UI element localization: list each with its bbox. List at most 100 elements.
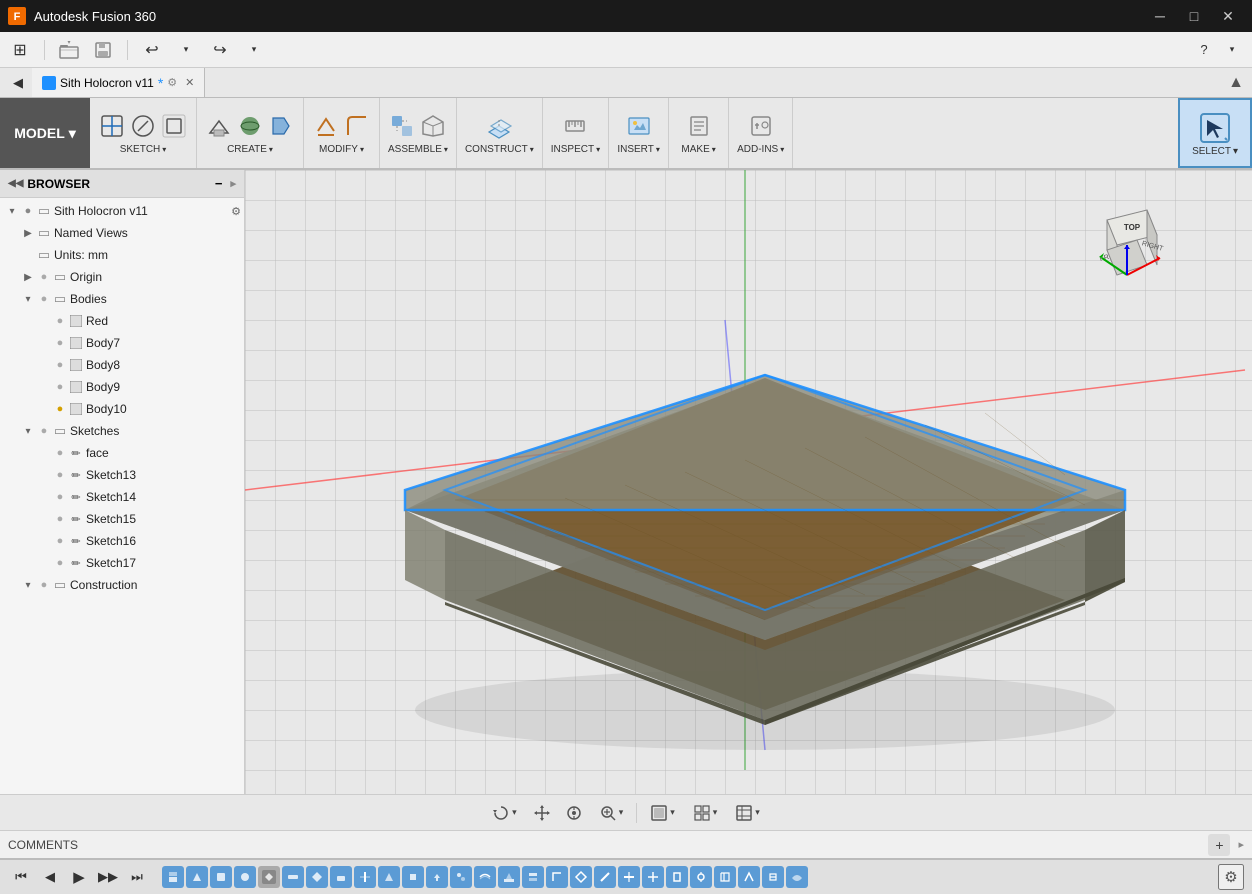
face-eye-icon[interactable]: ● <box>52 445 68 461</box>
tl-op-23[interactable] <box>690 866 712 888</box>
body10-eye-icon[interactable]: ● <box>52 401 68 417</box>
tree-item-construction[interactable]: ▾ ● ▭ Construction <box>0 574 244 596</box>
save-button[interactable] <box>89 36 117 64</box>
tree-item-body8[interactable]: ▶ ● Body8 <box>0 354 244 376</box>
tl-op-18[interactable] <box>570 866 592 888</box>
construction-expander[interactable]: ▾ <box>20 580 36 591</box>
browser-expand-icon[interactable]: ▸ <box>230 177 236 190</box>
timeline-next-button[interactable]: ▶▶ <box>95 864 121 890</box>
sketch16-eye-icon[interactable]: ● <box>52 533 68 549</box>
tl-op-10[interactable] <box>378 866 400 888</box>
toolbar-group-insert[interactable]: INSERT ▾ <box>609 98 669 168</box>
tree-item-body10[interactable]: ▶ ● Body10 <box>0 398 244 420</box>
toolbar-group-inspect[interactable]: INSPECT ▾ <box>543 98 609 168</box>
help-dropdown-button[interactable]: ▾ <box>1218 36 1246 64</box>
open-button[interactable]: ▾ <box>55 36 83 64</box>
tl-op-3[interactable] <box>210 866 232 888</box>
tree-item-sketch16[interactable]: ▶ ● ✏ Sketch16 <box>0 530 244 552</box>
root-settings-icon[interactable]: ⚙ <box>228 203 244 219</box>
tab-collapse-button[interactable]: ▲ <box>1220 74 1252 92</box>
tree-item-root[interactable]: ▾ ● ▭ Sith Holocron v11 ⚙ <box>0 200 244 222</box>
toolbar-group-construct[interactable]: CONSTRUCT ▾ <box>457 98 543 168</box>
tl-op-20[interactable] <box>618 866 640 888</box>
tl-op-9[interactable] <box>354 866 376 888</box>
tl-op-26[interactable] <box>762 866 784 888</box>
construction-eye-icon[interactable]: ● <box>36 577 52 593</box>
model-mode-button[interactable]: MODEL ▾ <box>0 98 90 168</box>
more-view-dropdown[interactable]: ▾ <box>728 801 767 825</box>
tl-op-12[interactable] <box>426 866 448 888</box>
tl-op-8[interactable] <box>330 866 352 888</box>
redo-button[interactable]: ↪ <box>206 36 234 64</box>
tree-item-bodies[interactable]: ▾ ● ▭ Bodies <box>0 288 244 310</box>
sketch14-eye-icon[interactable]: ● <box>52 489 68 505</box>
undo-dropdown-button[interactable]: ▾ <box>172 36 200 64</box>
timeline-skip-end-button[interactable]: ⏭ <box>124 864 150 890</box>
tl-op-7[interactable] <box>306 866 328 888</box>
tl-op-5[interactable] <box>258 866 280 888</box>
timeline-play-button[interactable]: ▶ <box>66 864 92 890</box>
sketches-eye-icon[interactable]: ● <box>36 423 52 439</box>
sketches-expander[interactable]: ▾ <box>20 426 36 437</box>
document-tab[interactable]: Sith Holocron v11 * ⚙ ✕ <box>32 68 205 97</box>
redo-dropdown-button[interactable]: ▾ <box>240 36 268 64</box>
root-eye-icon[interactable]: ● <box>20 203 36 219</box>
tl-op-14[interactable] <box>474 866 496 888</box>
tl-op-16[interactable] <box>522 866 544 888</box>
body8-eye-icon[interactable]: ● <box>52 357 68 373</box>
tl-op-21[interactable] <box>642 866 664 888</box>
zoom-dropdown[interactable]: ▾ <box>592 801 631 825</box>
toolbar-group-modify[interactable]: MODIFY ▾ <box>304 98 380 168</box>
tl-op-4[interactable] <box>234 866 256 888</box>
tl-op-22[interactable] <box>666 866 688 888</box>
sketch15-eye-icon[interactable]: ● <box>52 511 68 527</box>
browser-collapse-icon[interactable]: − <box>215 176 223 191</box>
named-views-expander[interactable]: ▶ <box>20 228 36 239</box>
toolbar-group-create[interactable]: CREATE ▾ <box>197 98 304 168</box>
timeline-prev-button[interactable]: ◀ <box>37 864 63 890</box>
back-button[interactable]: ◀ <box>4 69 32 97</box>
origin-expander[interactable]: ▶ <box>20 272 36 283</box>
tl-op-1[interactable] <box>162 866 184 888</box>
tree-item-body9[interactable]: ▶ ● Body9 <box>0 376 244 398</box>
tree-item-body7[interactable]: ▶ ● Body7 <box>0 332 244 354</box>
body7-eye-icon[interactable]: ● <box>52 335 68 351</box>
display-mode-dropdown[interactable]: ▾ <box>643 801 682 825</box>
tl-op-11[interactable] <box>402 866 424 888</box>
comments-expand-icon[interactable]: ▸ <box>1238 838 1244 851</box>
browser-back-icon[interactable]: ◀◀ <box>8 178 23 189</box>
toolbar-group-select[interactable]: SELECT ▾ <box>1178 98 1252 168</box>
tree-item-sketch17[interactable]: ▶ ● ✏ Sketch17 <box>0 552 244 574</box>
toolbar-group-sketch[interactable]: SKETCH ▾ <box>90 98 197 168</box>
tree-item-sketch15[interactable]: ▶ ● ✏ Sketch15 <box>0 508 244 530</box>
orbit-dropdown[interactable]: ▾ <box>485 801 524 825</box>
origin-eye-icon[interactable]: ● <box>36 269 52 285</box>
sketch13-eye-icon[interactable]: ● <box>52 467 68 483</box>
tree-item-red[interactable]: ▶ ● Red <box>0 310 244 332</box>
tl-op-13[interactable] <box>450 866 472 888</box>
close-button[interactable]: ✕ <box>1212 0 1244 32</box>
tl-op-15[interactable] <box>498 866 520 888</box>
tree-item-face[interactable]: ▶ ● ✏ face <box>0 442 244 464</box>
timeline-skip-start-button[interactable]: ⏮ <box>8 864 34 890</box>
maximize-button[interactable]: □ <box>1178 0 1210 32</box>
minimize-button[interactable]: ─ <box>1144 0 1176 32</box>
tab-close-button[interactable]: ✕ <box>185 76 194 89</box>
axis-indicator[interactable]: TOP FRONT RIGHT <box>1082 200 1172 290</box>
tree-item-sketch14[interactable]: ▶ ● ✏ Sketch14 <box>0 486 244 508</box>
grid-view-button[interactable]: ⊞ <box>6 36 34 64</box>
help-button[interactable]: ? <box>1190 36 1218 64</box>
tl-op-6[interactable] <box>282 866 304 888</box>
root-expander[interactable]: ▾ <box>4 206 20 217</box>
tl-op-2[interactable] <box>186 866 208 888</box>
tree-item-sketch13[interactable]: ▶ ● ✏ Sketch13 <box>0 464 244 486</box>
tl-op-17[interactable] <box>546 866 568 888</box>
tl-op-27[interactable] <box>786 866 808 888</box>
bodies-expander[interactable]: ▾ <box>20 294 36 305</box>
bodies-eye-icon[interactable]: ● <box>36 291 52 307</box>
toolbar-group-add-ins[interactable]: ADD-INS ▾ <box>729 98 793 168</box>
toolbar-group-assemble[interactable]: ASSEMBLE ▾ <box>380 98 457 168</box>
timeline-settings-button[interactable]: ⚙ <box>1218 864 1244 890</box>
comments-add-button[interactable]: + <box>1208 834 1230 856</box>
pan-button[interactable] <box>528 799 556 827</box>
